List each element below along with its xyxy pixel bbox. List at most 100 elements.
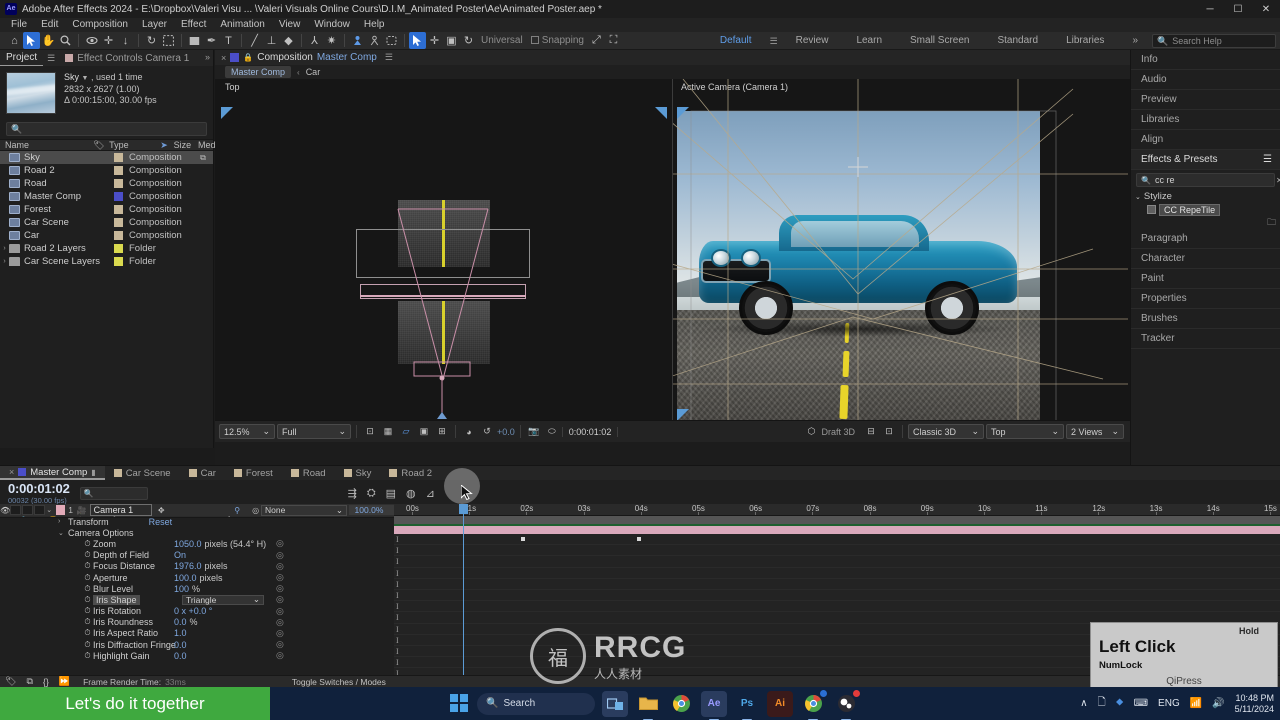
hand-tool-icon[interactable]: ✋ (40, 32, 57, 49)
workspace-menu-icon[interactable]: ☰ (766, 36, 782, 47)
volume-icon[interactable]: 🔊 (1212, 698, 1224, 709)
cti-handle[interactable] (459, 504, 468, 514)
transparency-grid-icon[interactable]: ▦ (380, 424, 396, 439)
label-color-swatch[interactable] (114, 218, 123, 227)
timeline-tab-car-scene[interactable]: Car Scene (105, 466, 180, 480)
label-color-swatch[interactable] (114, 231, 123, 240)
stopwatch-icon[interactable]: ⏱ (82, 539, 93, 549)
layer-name-cell[interactable]: 🎥 Camera 1 (77, 504, 154, 516)
sort-arrow-icon[interactable]: ➤ (155, 140, 168, 151)
menu-layer[interactable]: Layer (135, 18, 174, 32)
close-button[interactable]: ✕ (1252, 0, 1280, 18)
dropbox-tray-icon[interactable]: ⯁ (1116, 698, 1124, 709)
label-color-swatch[interactable] (114, 192, 123, 201)
stopwatch-icon[interactable]: ⏱ (82, 617, 93, 627)
track-row[interactable]: I (394, 579, 1280, 590)
pan-tool-icon[interactable]: ✛ (100, 32, 117, 49)
column-type[interactable]: Type (104, 140, 155, 150)
chrome-second-icon[interactable] (800, 688, 828, 720)
type-tool-icon[interactable]: T (220, 32, 237, 49)
3d-view-icon[interactable]: ▱ (398, 424, 414, 439)
roto-brush-tool-icon[interactable]: ⅄ (306, 32, 323, 49)
current-time-indicator[interactable] (459, 504, 468, 676)
composition-panel-menu-icon[interactable]: ☰ (381, 52, 397, 63)
layer-parent-cell[interactable]: None ⌄ (259, 504, 349, 516)
dock-panel-preview[interactable]: Preview (1131, 90, 1280, 110)
render-preview-icon[interactable]: ⊡ (881, 424, 897, 439)
obs-studio-icon[interactable] (833, 688, 861, 720)
property-iris-rotation[interactable]: ⏱ Iris Rotation 0 x +0.0 ° ◎ (0, 606, 394, 617)
puppet-mesh-icon[interactable] (409, 32, 426, 49)
puppet-bend-icon[interactable] (383, 32, 400, 49)
new-folder-icon[interactable]: 🗀 (1267, 215, 1276, 231)
effects-group-stylize[interactable]: ⌄ Stylize (1131, 190, 1280, 203)
property-blur-level[interactable]: ⏱ Blur Level 100% ◎ (0, 583, 394, 594)
viewer-timecode[interactable]: 0:00:01:02 (561, 426, 619, 437)
expression-graph-icon[interactable]: ◎ (276, 538, 284, 549)
puppet-pin-icon[interactable]: ✷ (323, 32, 340, 49)
property-focus-distance[interactable]: ⏱ Focus Distance 1976.0 pixels ◎ (0, 561, 394, 572)
workspace-small-screen[interactable]: Small Screen (896, 32, 983, 50)
label-color-swatch[interactable] (114, 179, 123, 188)
home-icon[interactable]: ⌂ (6, 32, 23, 49)
photoshop-taskbar-icon[interactable]: Ps (734, 691, 760, 720)
label-color-swatch[interactable] (114, 153, 123, 162)
clone-stamp-icon[interactable]: ⊥ (263, 32, 280, 49)
project-panel-menu-icon[interactable]: ☰ (43, 53, 59, 64)
keyframe-marker[interactable] (637, 537, 641, 541)
expression-graph-icon[interactable]: ◎ (276, 561, 284, 572)
orbit-tool-icon[interactable] (83, 32, 100, 49)
menu-edit[interactable]: Edit (34, 18, 65, 32)
hide-shy-layers-icon[interactable]: ▤ (386, 487, 396, 500)
label-color-swatch[interactable] (114, 205, 123, 214)
extended-viewer-icon[interactable]: ⊟ (863, 424, 879, 439)
dock-panel-paint[interactable]: Paint (1131, 269, 1280, 289)
tab-effect-controls[interactable]: Effect Controls Camera 1 (59, 53, 189, 64)
viewport-top[interactable]: Top (215, 79, 673, 442)
rotate-mesh-icon[interactable]: ↻ (460, 32, 477, 49)
property-iris-shape[interactable]: ⏱ Iris Shape Triangle ⌄ ◎ (0, 594, 394, 605)
mesh-box-icon[interactable]: ▣ (443, 32, 460, 49)
minimize-button[interactable]: ─ (1196, 0, 1224, 18)
menu-composition[interactable]: Composition (65, 18, 135, 32)
clear-search-icon[interactable]: ✕ (1276, 176, 1280, 185)
dock-panel-align[interactable]: Align (1131, 130, 1280, 150)
timeline-tab-road-2[interactable]: Road 2 (380, 466, 441, 480)
frame-blending-icon[interactable]: ◍ (406, 487, 416, 500)
stopwatch-icon[interactable]: ⏱ (82, 595, 93, 605)
tab-project[interactable]: Project (0, 50, 44, 66)
reset-link[interactable]: Reset (149, 517, 173, 527)
clock[interactable]: 10:48 PM 5/11/2024 (1235, 693, 1274, 715)
layer-twirl-icon[interactable]: ⌄ (45, 506, 53, 514)
dock-panel-paragraph[interactable]: Paragraph (1131, 229, 1280, 249)
zoom-tool-icon[interactable] (57, 32, 74, 49)
workspace-default[interactable]: Default (706, 32, 766, 50)
tray-battery-icon[interactable]: 🗋 (1098, 695, 1106, 712)
composition-mini-flowchart-icon[interactable]: ⇶ (348, 487, 357, 500)
dock-panel-character[interactable]: Character (1131, 249, 1280, 269)
project-item-forest[interactable]: Forest Composition (0, 203, 213, 216)
brush-tool-icon[interactable]: ╱ (246, 32, 263, 49)
region-of-interest-icon[interactable]: ⊡ (362, 424, 378, 439)
label-color-swatch[interactable] (114, 166, 123, 175)
dock-panel-info[interactable]: Info (1131, 50, 1280, 70)
layer-shy-icon[interactable]: ✥ (158, 506, 165, 515)
draft-3d-label[interactable]: Draft 3D (821, 427, 855, 437)
task-view-icon[interactable] (602, 690, 628, 717)
layer-stretch-value[interactable]: 100.0% (348, 505, 394, 515)
grid-guides-icon[interactable]: ⊞ (434, 424, 450, 439)
property-value[interactable]: 1.0 (174, 628, 187, 638)
maximize-button[interactable]: ☐ (1224, 0, 1252, 18)
property-value[interactable]: 100.0 (174, 573, 197, 583)
effect-cc-repetile[interactable]: CC RepeTile (1131, 203, 1280, 216)
keyframe-marker[interactable] (521, 537, 525, 541)
workspace-standard[interactable]: Standard (983, 32, 1052, 50)
project-item-car[interactable]: Car Composition (0, 229, 213, 242)
tray-expand-icon[interactable]: ∧ (1080, 698, 1087, 709)
layer-visibility-icon[interactable]: 👁 (0, 506, 10, 515)
menu-window[interactable]: Window (307, 18, 357, 32)
property-zoom[interactable]: ⏱ Zoom 1050.0 pixels (54.4° H) ◎ (0, 538, 394, 549)
channel-rgb-icon[interactable]: ◕ (461, 424, 477, 439)
effects-panel-menu-icon[interactable]: ☰ (1263, 154, 1272, 165)
close-tab-icon[interactable]: × (221, 53, 226, 63)
